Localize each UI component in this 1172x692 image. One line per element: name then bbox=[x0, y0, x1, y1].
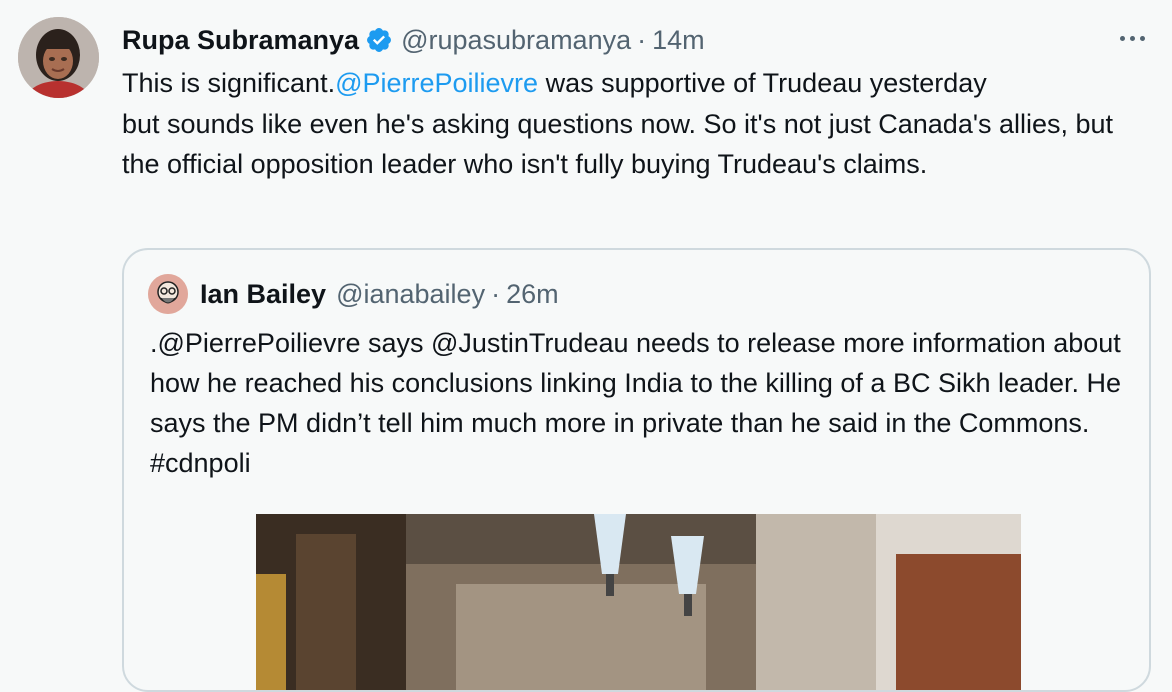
quoted-author-avatar bbox=[148, 274, 188, 314]
mention-link[interactable]: @PierrePoilievre bbox=[335, 68, 538, 98]
author-name[interactable]: Rupa Subramanya bbox=[122, 25, 359, 56]
quoted-tweet-header: Ian Bailey @ianabailey · 26m bbox=[200, 277, 559, 311]
quoted-tweet-photo[interactable] bbox=[256, 514, 1021, 690]
quoted-separator-dot: · bbox=[491, 278, 501, 309]
separator-dot: · bbox=[637, 24, 647, 55]
quoted-avatar-image bbox=[148, 274, 188, 314]
tweet-text-prefix: This is significant. bbox=[122, 68, 336, 98]
more-options-icon-dot bbox=[1129, 35, 1135, 41]
author-avatar[interactable] bbox=[18, 17, 99, 98]
verified-badge-icon bbox=[367, 28, 392, 52]
tweet-text: This is significant.@PierrePoilievre was… bbox=[122, 63, 1152, 185]
quoted-tweet-text: .@PierrePoilievre says @JustinTrudeau ne… bbox=[150, 328, 1122, 478]
more-options-icon-dot bbox=[1139, 35, 1145, 41]
more-options-icon bbox=[1119, 35, 1125, 41]
tweet-text-rest: but sounds like even he's asking questio… bbox=[122, 108, 1121, 180]
author-handle[interactable]: @rupasubramanya bbox=[401, 25, 631, 56]
tweet-timestamp[interactable]: 14m bbox=[652, 25, 705, 56]
more-options-button[interactable] bbox=[1114, 22, 1150, 54]
author-avatar-image bbox=[18, 17, 99, 98]
quoted-tweet-card[interactable]: Ian Bailey @ianabailey · 26m .@PierrePoi… bbox=[122, 248, 1151, 692]
quoted-author-handle: @ianabailey bbox=[336, 278, 486, 309]
quoted-timestamp: 26m bbox=[506, 278, 559, 309]
parliament-hallway-image bbox=[256, 514, 1021, 690]
tweet-text-line1-rest: was supportive of Trudeau yesterday bbox=[538, 68, 987, 98]
quoted-author-name: Ian Bailey bbox=[200, 278, 327, 309]
tweet-header: Rupa Subramanya @rupasubramanya · 14m bbox=[122, 22, 705, 58]
